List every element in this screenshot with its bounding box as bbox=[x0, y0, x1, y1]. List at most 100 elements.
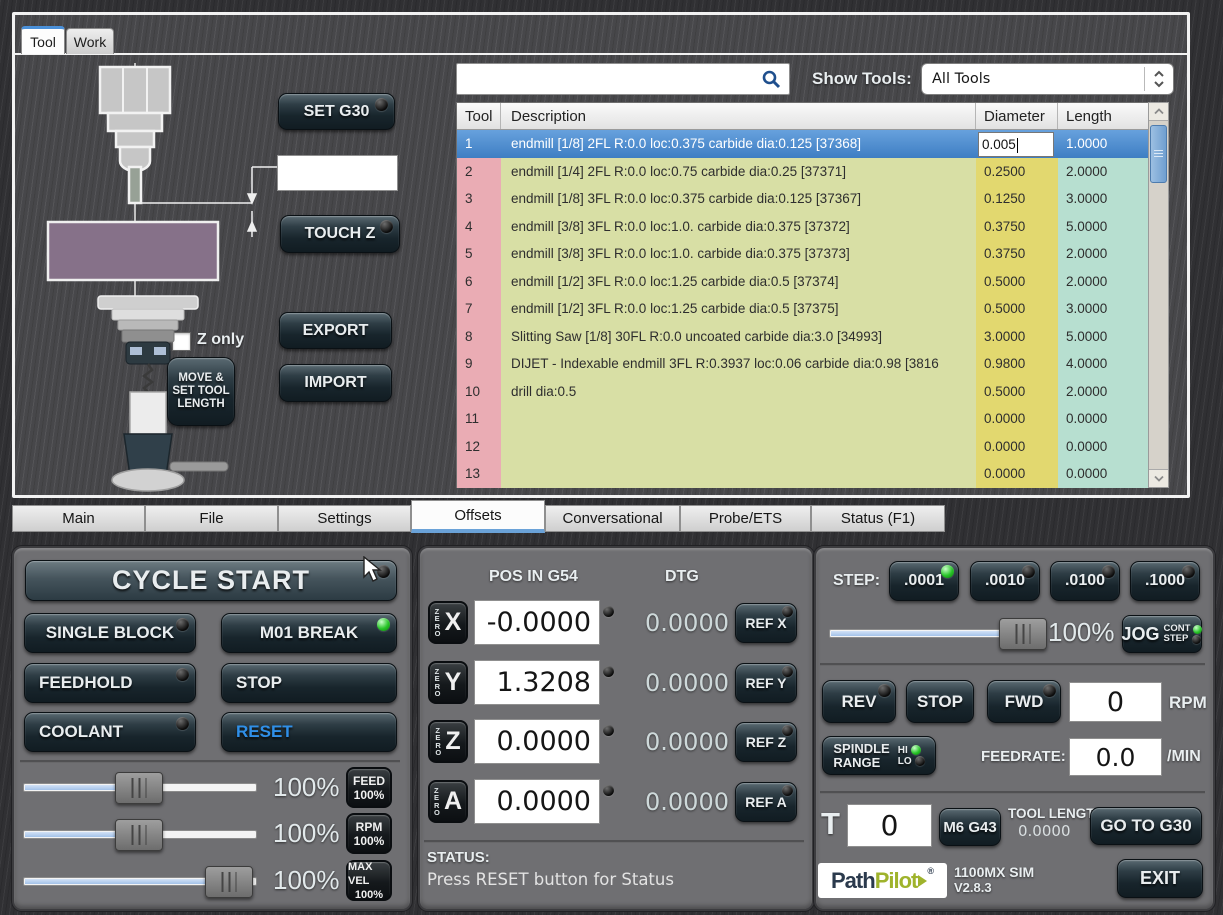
header-length[interactable]: Length bbox=[1058, 103, 1148, 129]
stop-button[interactable]: STOP bbox=[221, 663, 397, 703]
table-cell[interactable]: Slitting Saw [1/8] 30FL R:0.0 uncoated c… bbox=[501, 323, 976, 351]
table-cell[interactable] bbox=[501, 433, 976, 461]
m6-g43-button[interactable]: M6 G43 bbox=[939, 808, 1001, 846]
nav-tab-main[interactable]: Main bbox=[12, 505, 145, 532]
scrollbar-thumb[interactable] bbox=[1150, 125, 1167, 183]
table-cell[interactable]: 0.0000 bbox=[976, 460, 1058, 488]
table-cell[interactable]: 10 bbox=[457, 378, 501, 406]
table-cell[interactable]: 0.3750 bbox=[976, 240, 1058, 268]
table-row[interactable]: 7endmill [1/2] 3FL R:0.0 loc:1.25 carbid… bbox=[457, 295, 1148, 323]
import-button[interactable]: IMPORT bbox=[279, 364, 392, 402]
table-cell[interactable]: 1 bbox=[457, 130, 501, 158]
table-cell[interactable]: 2 bbox=[457, 158, 501, 186]
table-cell[interactable]: endmill [3/8] 3FL R:0.0 loc:1.0. carbide… bbox=[501, 240, 976, 268]
table-cell[interactable]: 0.1250 bbox=[976, 185, 1058, 213]
nav-tab-probe-ets[interactable]: Probe/ETS bbox=[680, 505, 811, 532]
tab-work[interactable]: Work bbox=[66, 28, 114, 54]
go-to-g30-button[interactable]: GO TO G30 bbox=[1090, 807, 1202, 845]
step-1000-button[interactable]: .1000 bbox=[1130, 561, 1200, 601]
table-cell[interactable]: 3 bbox=[457, 185, 501, 213]
tool-search-input[interactable] bbox=[456, 63, 790, 95]
table-cell[interactable]: 0.0000 bbox=[976, 433, 1058, 461]
exit-button[interactable]: EXIT bbox=[1117, 859, 1203, 898]
ref-x-button[interactable]: REF X bbox=[735, 603, 797, 643]
header-description[interactable]: Description bbox=[501, 103, 976, 129]
table-cell[interactable]: endmill [1/2] 3FL R:0.0 loc:1.25 carbide… bbox=[501, 268, 976, 296]
nav-tab-status[interactable]: Status (F1) bbox=[811, 505, 945, 532]
header-diameter[interactable]: Diameter bbox=[976, 103, 1058, 129]
dro-y-entry[interactable]: 1.3208 bbox=[474, 660, 600, 705]
step-0100-button[interactable]: .0100 bbox=[1050, 561, 1120, 601]
jog-cont-step-button[interactable]: JOG CONT STEP bbox=[1122, 615, 1202, 653]
feed-override-thumb[interactable] bbox=[115, 772, 163, 804]
table-cell[interactable]: 6 bbox=[457, 268, 501, 296]
m01-break-button[interactable]: M01 BREAK bbox=[221, 613, 397, 653]
table-cell[interactable]: 2.0000 bbox=[1058, 268, 1148, 296]
dro-z-entry[interactable]: 0.0000 bbox=[474, 719, 600, 764]
table-cell[interactable]: 0.0000 bbox=[1058, 460, 1148, 488]
table-cell[interactable]: 0.2500 bbox=[976, 158, 1058, 186]
table-cell[interactable]: 8 bbox=[457, 323, 501, 351]
table-cell[interactable]: endmill [1/4] 2FL R:0.0 loc:0.75 carbide… bbox=[501, 158, 976, 186]
table-cell[interactable]: 0.9800 bbox=[976, 350, 1058, 378]
zero-y-button[interactable]: ZERO Y bbox=[428, 661, 468, 704]
table-cell[interactable]: 0.3750 bbox=[976, 213, 1058, 241]
export-button[interactable]: EXPORT bbox=[279, 312, 392, 349]
table-cell[interactable]: 13 bbox=[457, 460, 501, 488]
scrollbar-up-arrow[interactable] bbox=[1149, 103, 1168, 121]
table-row[interactable]: 9DIJET - Indexable endmill 3FL R:0.3937 … bbox=[457, 350, 1148, 378]
table-cell[interactable]: 0.5000 bbox=[976, 295, 1058, 323]
coolant-button[interactable]: COOLANT bbox=[24, 712, 196, 752]
tab-tool[interactable]: Tool bbox=[21, 26, 65, 54]
zero-x-button[interactable]: ZERO X bbox=[428, 601, 468, 644]
table-cell[interactable]: 0.0000 bbox=[1058, 405, 1148, 433]
jog-speed-thumb[interactable] bbox=[999, 618, 1047, 650]
rpm-100-button[interactable]: RPM 100% bbox=[346, 813, 392, 854]
table-cell[interactable]: 4.0000 bbox=[1058, 350, 1148, 378]
table-row[interactable]: 4endmill [3/8] 3FL R:0.0 loc:1.0. carbid… bbox=[457, 213, 1148, 241]
table-cell[interactable]: 7 bbox=[457, 295, 501, 323]
maxvel-100-button[interactable]: MAX VEL 100% bbox=[346, 860, 392, 901]
rpm-entry[interactable]: 0 bbox=[1069, 682, 1162, 722]
table-cell[interactable]: 2.0000 bbox=[1058, 240, 1148, 268]
table-cell[interactable]: 3.0000 bbox=[1058, 185, 1148, 213]
table-cell[interactable]: 0.5000 bbox=[976, 268, 1058, 296]
table-cell[interactable]: DIJET - Indexable endmill 3FL R:0.3937 l… bbox=[501, 350, 976, 378]
spindle-range-button[interactable]: SPINDLE RANGE HI LO bbox=[822, 736, 936, 775]
table-cell[interactable]: 3.0000 bbox=[976, 323, 1058, 351]
ref-z-button[interactable]: REF Z bbox=[735, 722, 797, 762]
tool-number-entry[interactable]: 0 bbox=[847, 804, 932, 847]
table-row[interactable]: 6endmill [1/2] 3FL R:0.0 loc:1.25 carbid… bbox=[457, 268, 1148, 296]
feed-100-button[interactable]: FEED 100% bbox=[346, 767, 392, 808]
cycle-start-button[interactable]: CYCLE START bbox=[25, 560, 397, 601]
nav-tab-file[interactable]: File bbox=[145, 505, 278, 532]
feedhold-button[interactable]: FEEDHOLD bbox=[24, 663, 196, 703]
step-0001-button[interactable]: .0001 bbox=[889, 561, 959, 601]
table-row[interactable]: 3endmill [1/8] 3FL R:0.0 loc:0.375 carbi… bbox=[457, 185, 1148, 213]
table-cell[interactable]: endmill [1/2] 3FL R:0.0 loc:1.25 carbide… bbox=[501, 295, 976, 323]
scrollbar-down-arrow[interactable] bbox=[1149, 469, 1168, 487]
nav-tab-offsets[interactable]: Offsets bbox=[411, 500, 545, 533]
nav-tab-conversational[interactable]: Conversational bbox=[545, 505, 680, 532]
tool-table-scrollbar[interactable] bbox=[1148, 102, 1169, 488]
g30-entry-field[interactable] bbox=[277, 155, 398, 191]
table-row[interactable]: 120.00000.0000 bbox=[457, 433, 1148, 461]
table-cell[interactable]: 3.0000 bbox=[1058, 295, 1148, 323]
show-tools-dropdown[interactable]: All Tools bbox=[921, 63, 1174, 95]
spindle-stop-button[interactable]: STOP bbox=[906, 680, 974, 723]
dro-x-entry[interactable]: -0.0000 bbox=[474, 600, 600, 645]
table-cell[interactable]: endmill [1/8] 3FL R:0.0 loc:0.375 carbid… bbox=[501, 185, 976, 213]
step-0010-button[interactable]: .0010 bbox=[970, 561, 1040, 601]
table-row[interactable]: 13 0.00000.0000 bbox=[457, 460, 1148, 488]
dropdown-spinner-icon[interactable] bbox=[1145, 69, 1173, 89]
spindle-rev-button[interactable]: REV bbox=[822, 680, 896, 723]
dro-a-entry[interactable]: 0.0000 bbox=[474, 779, 600, 824]
table-row[interactable]: 110.00000.0000 bbox=[457, 405, 1148, 433]
table-row[interactable]: 1endmill [1/8] 2FL R:0.0 loc:0.375 carbi… bbox=[457, 130, 1148, 158]
table-cell[interactable]: 0.005 bbox=[976, 130, 1058, 158]
zero-z-button[interactable]: ZERO Z bbox=[428, 720, 468, 763]
table-cell[interactable]: 2.0000 bbox=[1058, 158, 1148, 186]
header-tool[interactable]: Tool bbox=[457, 103, 501, 129]
table-cell[interactable]: 0.0000 bbox=[1058, 433, 1148, 461]
zero-a-button[interactable]: ZERO A bbox=[428, 780, 468, 823]
